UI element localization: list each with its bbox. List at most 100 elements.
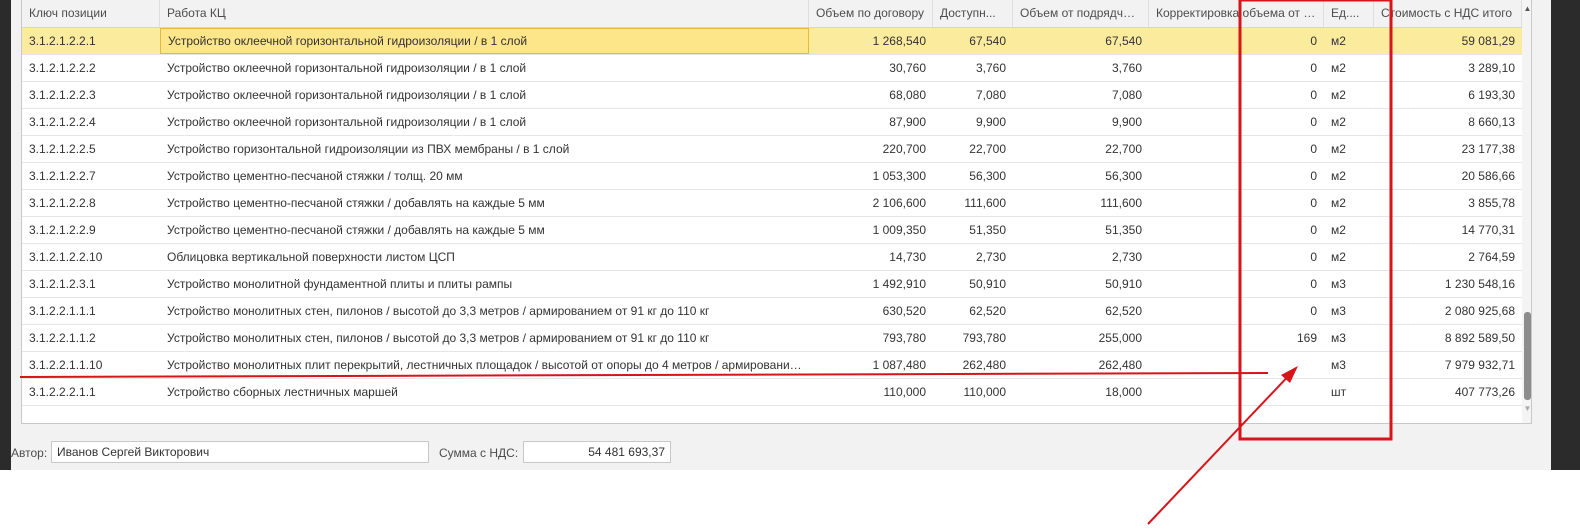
- cell-available: 50,910: [969, 277, 1006, 291]
- cell-work: Устройство монолитных стен, пилонов / вы…: [167, 331, 710, 345]
- cell-available: 9,900: [975, 115, 1006, 129]
- column-header-contract-volume[interactable]: Объем по договору: [809, 0, 933, 27]
- cell-position-key: 3.1.2.1.2.2.8: [29, 196, 96, 210]
- cell-work: Устройство горизонтальной гидроизоляции …: [167, 142, 570, 156]
- cell-position-key: 3.1.2.2.1.1.1: [29, 304, 96, 318]
- cell-cost-with-vat: 20 586,66: [1461, 169, 1515, 183]
- column-header-unit[interactable]: Ед....: [1324, 0, 1374, 27]
- cell-position-key: 3.1.2.1.2.2.3: [29, 88, 96, 102]
- cell-work: Устройство монолитных плит перекрытий, л…: [167, 358, 809, 372]
- table-row[interactable]: 3.1.2.1.2.2.5 Устройство горизонтальной …: [22, 136, 1522, 163]
- cell-available: 3,760: [975, 61, 1006, 75]
- cell-cost-with-vat: 2 764,59: [1468, 250, 1515, 264]
- cell-position-key: 3.1.2.1.2.2.5: [29, 142, 96, 156]
- cell-volume-correction: 0: [1310, 304, 1317, 318]
- column-header-work[interactable]: Работа КЦ: [160, 0, 809, 27]
- cell-cost-with-vat: 59 081,29: [1461, 34, 1515, 48]
- cell-volume-correction: 0: [1310, 115, 1317, 129]
- cell-available: 2,730: [975, 250, 1006, 264]
- cell-work: Устройство оклеечной горизонтальной гидр…: [167, 115, 527, 129]
- cell-contract-volume: 1 492,910: [872, 277, 926, 291]
- cell-contract-volume: 87,900: [889, 115, 926, 129]
- cell-unit: м2: [1331, 115, 1346, 129]
- cell-cost-with-vat: 8 660,13: [1468, 115, 1515, 129]
- cell-work: Устройство цементно-песчаной стяжки / до…: [167, 196, 545, 210]
- cell-contract-volume: 630,520: [882, 304, 926, 318]
- cell-volume-correction: 0: [1310, 142, 1317, 156]
- column-header-cost-with-vat[interactable]: Стоимость с НДС итого: [1374, 0, 1522, 27]
- cell-contractor-volume: 67,540: [1105, 34, 1142, 48]
- cell-cost-with-vat: 8 892 589,50: [1444, 331, 1515, 345]
- table-row-selected[interactable]: 3.1.2.1.2.2.1 Устройство оклеечной гориз…: [22, 28, 1522, 55]
- data-table[interactable]: Ключ позиции Работа КЦ Объем по договору…: [21, 0, 1532, 424]
- cell-volume-correction: 0: [1310, 34, 1317, 48]
- table-row[interactable]: 3.1.2.1.2.2.4 Устройство оклеечной гориз…: [22, 109, 1522, 136]
- table-row[interactable]: 3.1.2.1.2.2.2 Устройство оклеечной гориз…: [22, 55, 1522, 82]
- cell-unit: м3: [1331, 304, 1346, 318]
- scrollbar-thumb[interactable]: [1524, 312, 1531, 400]
- cell-unit: м3: [1331, 358, 1346, 372]
- table-row[interactable]: 3.1.2.1.2.2.9 Устройство цементно-песчан…: [22, 217, 1522, 244]
- cell-cost-with-vat: 14 770,31: [1461, 223, 1515, 237]
- cell-contractor-volume: 18,000: [1105, 385, 1142, 399]
- cell-contractor-volume: 111,600: [1100, 196, 1142, 210]
- cell-contract-volume: 1 053,300: [872, 169, 926, 183]
- column-header-contractor-volume[interactable]: Объем от подрядчика: [1013, 0, 1149, 27]
- cell-contractor-volume: 9,900: [1111, 115, 1142, 129]
- left-dark-border: [0, 0, 11, 470]
- column-header-position-key[interactable]: Ключ позиции: [22, 0, 160, 27]
- cell-position-key: 3.1.2.2.1.1.10: [29, 358, 103, 372]
- cell-position-key: 3.1.2.1.2.3.1: [29, 277, 96, 291]
- cell-available: 22,700: [969, 142, 1006, 156]
- cell-work: Устройство цементно-песчаной стяжки / то…: [167, 169, 463, 183]
- scroll-down-icon[interactable]: ▼: [1523, 404, 1531, 413]
- cell-work-focused[interactable]: Устройство оклеечной горизонтальной гидр…: [160, 28, 809, 54]
- scroll-up-icon[interactable]: ▲: [1523, 4, 1531, 13]
- cell-unit: м2: [1331, 61, 1346, 75]
- cell-contractor-volume: 62,520: [1105, 304, 1142, 318]
- cell-volume-correction: 0: [1310, 61, 1317, 75]
- cell-contract-volume: 68,080: [889, 88, 926, 102]
- sum-label: Сумма с НДС:: [439, 446, 519, 460]
- table-row[interactable]: 3.1.2.2.2.1.1 Устройство сборных лестнич…: [22, 379, 1522, 406]
- column-header-volume-correction[interactable]: Корректировка объема от ПГ: [1149, 0, 1324, 27]
- cell-contract-volume: 220,700: [882, 142, 926, 156]
- cell-cost-with-vat: 407 773,26: [1454, 385, 1515, 399]
- cell-position-key: 3.1.2.1.2.2.4: [29, 115, 96, 129]
- cell-cost-with-vat: 7 979 932,71: [1444, 358, 1515, 372]
- cell-contract-volume: 110,000: [883, 385, 927, 399]
- cell-cost-with-vat: 2 080 925,68: [1444, 304, 1515, 318]
- table-row[interactable]: 3.1.2.1.2.2.8 Устройство цементно-песчан…: [22, 190, 1522, 217]
- table-row[interactable]: 3.1.2.1.2.3.1 Устройство монолитной фунд…: [22, 271, 1522, 298]
- author-label: Автор:: [11, 446, 48, 460]
- right-dark-border: [1551, 0, 1580, 470]
- cell-work: Облицовка вертикальной поверхности листо…: [167, 250, 455, 264]
- cell-contractor-volume: 56,300: [1105, 169, 1142, 183]
- cell-contractor-volume: 50,910: [1105, 277, 1142, 291]
- cell-available: 793,780: [962, 331, 1006, 345]
- cell-unit: м3: [1331, 277, 1346, 291]
- cell-volume-correction: 0: [1310, 196, 1317, 210]
- cell-contract-volume: 793,780: [882, 331, 926, 345]
- cell-contract-volume: 1 087,480: [872, 358, 926, 372]
- author-field[interactable]: Иванов Сергей Викторович: [51, 441, 429, 463]
- sum-field[interactable]: 54 481 693,37: [523, 441, 671, 463]
- cell-unit: м2: [1331, 34, 1346, 48]
- cell-contractor-volume: 22,700: [1105, 142, 1142, 156]
- table-row[interactable]: 3.1.2.2.1.1.1 Устройство монолитных стен…: [22, 298, 1522, 325]
- cell-contractor-volume: 3,760: [1111, 61, 1142, 75]
- vertical-scrollbar[interactable]: ▲ ▼: [1522, 0, 1531, 423]
- cell-cost-with-vat: 3 289,10: [1468, 61, 1515, 75]
- cell-volume-correction: 169: [1296, 331, 1317, 345]
- table-row[interactable]: 3.1.2.2.1.1.2 Устройство монолитных стен…: [22, 325, 1522, 352]
- cell-unit: шт: [1331, 385, 1347, 399]
- table-row[interactable]: 3.1.2.1.2.2.3 Устройство оклеечной гориз…: [22, 82, 1522, 109]
- cell-work: Устройство цементно-песчаной стяжки / до…: [167, 223, 545, 237]
- table-row[interactable]: 3.1.2.2.1.1.10 Устройство монолитных пли…: [22, 352, 1522, 379]
- cell-cost-with-vat: 3 855,78: [1468, 196, 1515, 210]
- column-header-available[interactable]: Доступн...: [933, 0, 1013, 27]
- cell-available: 111,600: [964, 196, 1006, 210]
- cell-available: 262,480: [962, 358, 1006, 372]
- table-row[interactable]: 3.1.2.1.2.2.10 Облицовка вертикальной по…: [22, 244, 1522, 271]
- table-row[interactable]: 3.1.2.1.2.2.7 Устройство цементно-песчан…: [22, 163, 1522, 190]
